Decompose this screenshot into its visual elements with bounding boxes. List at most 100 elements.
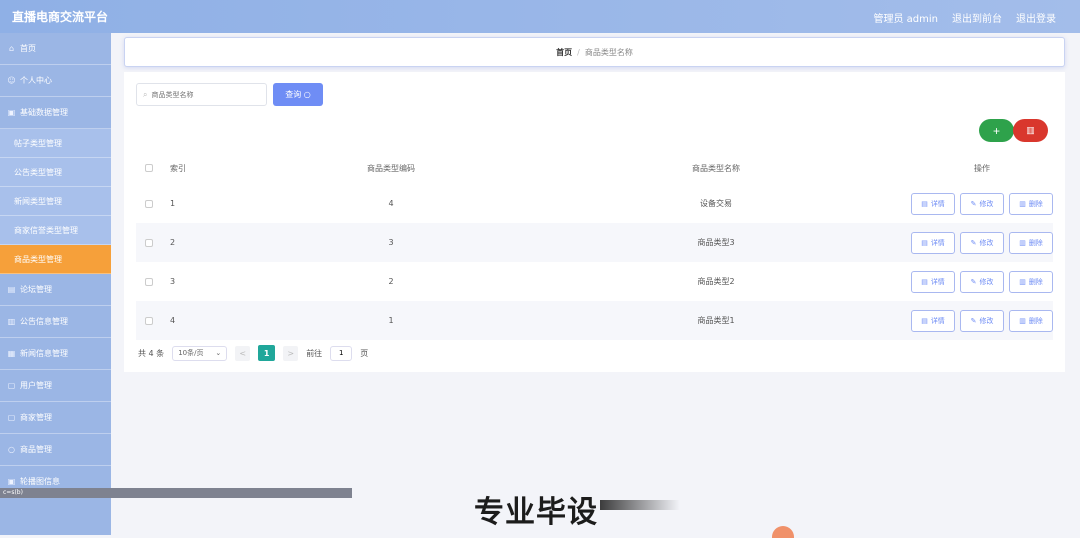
sidebar-item-profile[interactable]: ☺ 个人中心 <box>0 65 111 97</box>
add-button[interactable]: + <box>979 119 1014 142</box>
top-bar: 直播电商交流平台 管理员 admin 退出到前台 退出登录 <box>0 0 1080 33</box>
batch-delete-button[interactable]: ▥ <box>1013 119 1048 142</box>
prev-page-button[interactable]: < <box>235 345 251 361</box>
delete-icon: ▥ <box>1019 277 1026 286</box>
edit-icon: ✎ <box>970 199 977 208</box>
detail-button[interactable]: ▤ 详情 <box>911 231 955 254</box>
table-row: 4 1 商品类型1 ▤ 详情 ✎ 修改 ▥ 删除 <box>136 301 1053 340</box>
row-checkbox[interactable] <box>144 277 153 286</box>
sidebar-item-notice[interactable]: ▥ 公告信息管理 <box>0 306 111 338</box>
sidebar-item-news[interactable]: ▦ 新闻信息管理 <box>0 338 111 370</box>
content-panel: ⌕ 查询 ○ + ▥ 索引 商品类型编码 商品类型名称 操作 1 4 设备交易 … <box>124 72 1065 372</box>
to-frontend-link[interactable]: 退出到前台 <box>952 10 1002 25</box>
sidebar-item-base-data[interactable]: ▣ 基础数据管理 <box>0 97 111 129</box>
user-icon: ☺ <box>7 76 16 85</box>
breadcrumb-separator: / <box>577 47 580 57</box>
admin-label: 管理员 admin <box>873 14 938 25</box>
search-input[interactable] <box>151 90 252 99</box>
edit-button[interactable]: ✎ 修改 <box>960 231 1004 254</box>
page-suffix: 页 <box>360 348 369 358</box>
top-links: 管理员 admin 退出到前台 退出登录 <box>873 10 1056 25</box>
table-header: 索引 商品类型编码 商品类型名称 操作 <box>136 152 1053 184</box>
cell-code: 1 <box>388 316 394 325</box>
sidebar-item-shops[interactable]: ▢ 商家管理 <box>0 402 111 434</box>
sidebar-item-post-type[interactable]: 帖子类型管理 <box>0 129 111 158</box>
cell-name: 设备交易 <box>700 199 732 208</box>
edit-icon: ✎ <box>970 277 977 286</box>
search-box: ⌕ <box>136 83 267 106</box>
select-all-checkbox[interactable] <box>144 164 153 172</box>
detail-button[interactable]: ▤ 详情 <box>911 192 955 215</box>
page-number-1[interactable]: 1 <box>258 345 276 361</box>
header-index: 索引 <box>170 163 186 173</box>
sidebar-item-notice-type[interactable]: 公告类型管理 <box>0 158 111 187</box>
plus-icon: + <box>992 123 1000 138</box>
cell-name: 商品类型2 <box>697 277 735 286</box>
cell-index: 1 <box>170 199 176 208</box>
cell-name: 商品类型1 <box>697 316 735 325</box>
search-icon: ○ <box>303 90 311 99</box>
sidebar-item-goods-type[interactable]: 商品类型管理 <box>0 245 111 274</box>
cell-index: 4 <box>170 316 176 325</box>
header-ops: 操作 <box>974 163 990 173</box>
row-checkbox[interactable] <box>144 316 153 325</box>
edit-button[interactable]: ✎ 修改 <box>960 309 1004 332</box>
notice-icon: ▥ <box>7 317 16 326</box>
delete-button[interactable]: ▥ 删除 <box>1009 309 1053 332</box>
detail-icon: ▤ <box>921 199 928 208</box>
delete-icon: ▥ <box>1019 238 1026 247</box>
sidebar-item-news-type[interactable]: 新闻类型管理 <box>0 187 111 216</box>
table-row: 3 2 商品类型2 ▤ 详情 ✎ 修改 ▥ 删除 <box>136 262 1053 301</box>
sidebar-item-credit-type[interactable]: 商家信誉类型管理 <box>0 216 111 245</box>
detail-button[interactable]: ▤ 详情 <box>911 270 955 293</box>
edit-button[interactable]: ✎ 修改 <box>960 270 1004 293</box>
cell-code: 4 <box>388 199 394 208</box>
forum-icon: ▤ <box>7 285 16 294</box>
goto-page-input[interactable] <box>330 345 353 361</box>
page-size-select[interactable]: 10条/页 ⌄ <box>172 345 228 361</box>
bottom-strip: c=s(b) <box>0 488 352 498</box>
pagination: 共 4 条 10条/页⌄ < 1 > 前往 页 <box>138 345 368 361</box>
total-count: 共 4 条 <box>138 348 165 358</box>
row-checkbox[interactable] <box>144 238 153 247</box>
database-icon: ▣ <box>7 108 16 117</box>
logout-link[interactable]: 退出登录 <box>1016 10 1056 25</box>
watermark-streak <box>600 500 680 510</box>
detail-button[interactable]: ▤ 详情 <box>911 309 955 332</box>
detail-icon: ▤ <box>921 238 928 247</box>
breadcrumb-home[interactable]: 首页 <box>556 47 572 58</box>
header-code: 商品类型编码 <box>367 163 415 173</box>
trash-icon: ▥ <box>1026 125 1035 135</box>
data-table: 索引 商品类型编码 商品类型名称 操作 1 4 设备交易 ▤ 详情 ✎ 修改 ▥ 删除… <box>136 152 1053 340</box>
home-icon: ⌂ <box>8 44 15 53</box>
chevron-down-icon: ⌄ <box>215 349 222 357</box>
delete-button[interactable]: ▥ 删除 <box>1009 192 1053 215</box>
search-icon: ⌕ <box>143 89 148 99</box>
breadcrumb-current: 商品类型名称 <box>584 47 633 57</box>
row-checkbox[interactable] <box>144 199 153 208</box>
edit-icon: ✎ <box>970 316 977 325</box>
breadcrumb: 首页 / 商品类型名称 <box>124 37 1065 67</box>
cell-code: 2 <box>388 277 394 286</box>
sidebar-item-goods[interactable]: ○ 商品管理 <box>0 434 111 466</box>
delete-button[interactable]: ▥ 删除 <box>1009 270 1053 293</box>
sidebar-item-users[interactable]: ▢ 用户管理 <box>0 370 111 402</box>
cell-name: 商品类型3 <box>697 238 735 247</box>
cell-index: 3 <box>170 277 176 286</box>
delete-button[interactable]: ▥ 删除 <box>1009 231 1053 254</box>
delete-icon: ▥ <box>1019 316 1026 325</box>
sidebar: ⌂ 首页 ☺ 个人中心 ▣ 基础数据管理 帖子类型管理 公告类型管理 新闻类型管理 商… <box>0 33 111 535</box>
goto-label: 前往 <box>306 348 323 358</box>
sidebar-item-home[interactable]: ⌂ 首页 <box>0 33 111 65</box>
detail-icon: ▤ <box>921 316 928 325</box>
query-button[interactable]: 查询 ○ <box>273 83 323 106</box>
users-icon: ▢ <box>7 381 16 390</box>
next-page-button[interactable]: > <box>283 345 299 361</box>
edit-button[interactable]: ✎ 修改 <box>960 192 1004 215</box>
goods-icon: ○ <box>8 445 15 454</box>
sidebar-item-forum[interactable]: ▤ 论坛管理 <box>0 274 111 306</box>
cell-code: 3 <box>388 238 394 247</box>
table-row: 2 3 商品类型3 ▤ 详情 ✎ 修改 ▥ 删除 <box>136 223 1053 262</box>
cell-index: 2 <box>170 238 176 247</box>
image-icon: ▣ <box>7 477 16 486</box>
